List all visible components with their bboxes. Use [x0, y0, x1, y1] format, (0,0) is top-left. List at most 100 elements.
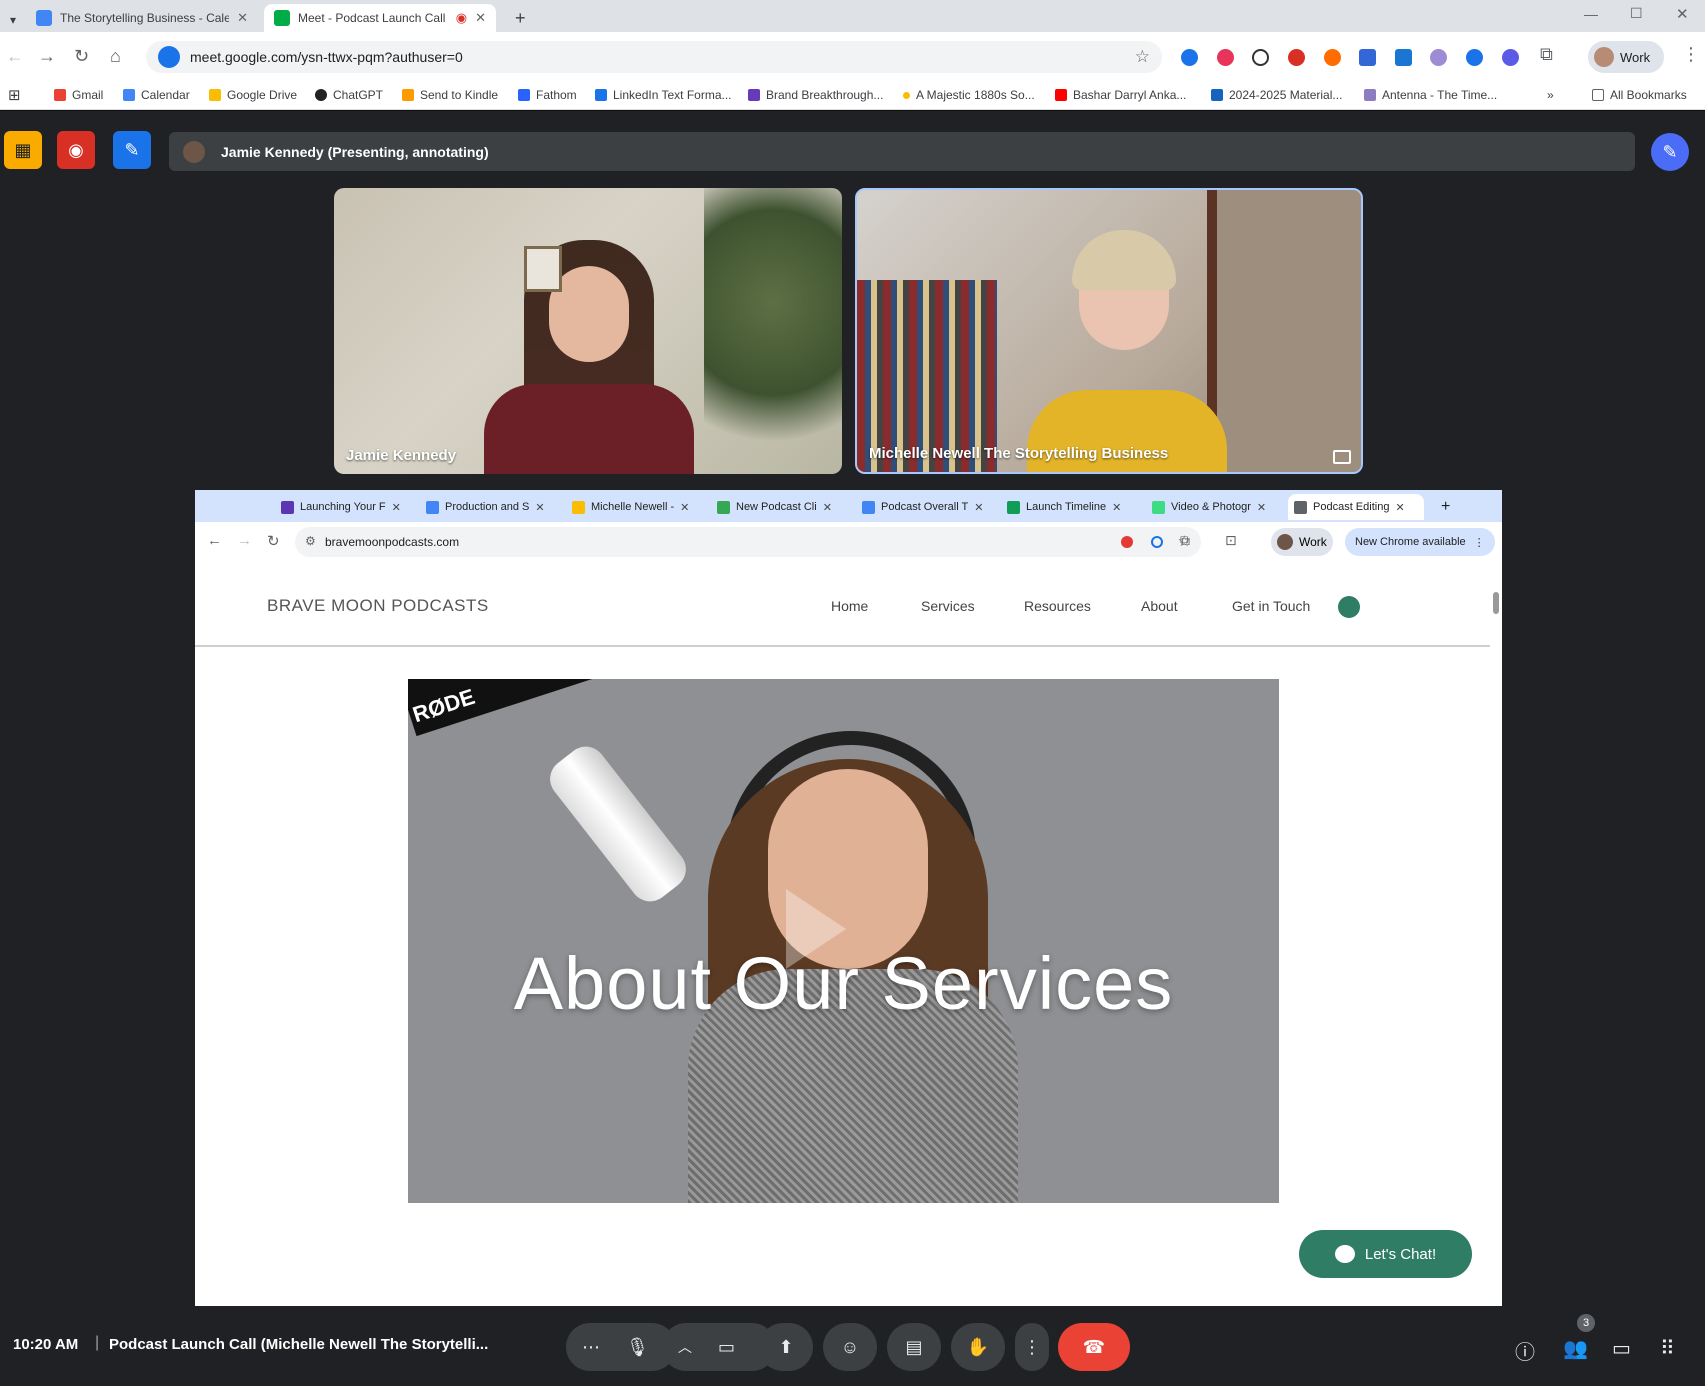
- profile-button[interactable]: Work: [1588, 41, 1664, 73]
- bookmark-star-icon[interactable]: ☆: [1135, 47, 1150, 67]
- close-icon[interactable]: ✕: [823, 501, 832, 514]
- shared-tab[interactable]: Launching Your F ✕: [275, 494, 407, 520]
- presentation-toggle-icon[interactable]: ▦: [4, 131, 42, 169]
- bookmark-chatgpt[interactable]: ChatGPT: [315, 88, 383, 102]
- forward-button[interactable]: →: [237, 532, 252, 549]
- maximize-button[interactable]: ☐: [1630, 5, 1643, 22]
- nav-home[interactable]: Home: [831, 598, 868, 614]
- extensions-puzzle-icon[interactable]: ⧉: [1180, 532, 1190, 549]
- extensions-puzzle-icon[interactable]: ⧉: [1540, 44, 1553, 65]
- extension-icon[interactable]: [1502, 49, 1519, 66]
- shared-tab[interactable]: Michelle Newell - ✕: [566, 494, 698, 520]
- lets-chat-button[interactable]: Let's Chat!: [1299, 1230, 1472, 1278]
- zoom-extension-icon[interactable]: [1181, 49, 1198, 66]
- pen-icon[interactable]: ✎: [1651, 133, 1689, 171]
- close-icon[interactable]: ✕: [1112, 501, 1121, 514]
- extension-icon[interactable]: [1359, 49, 1376, 66]
- meeting-info-icon[interactable]: ⓘ: [1515, 1336, 1535, 1365]
- shared-tab[interactable]: Podcast Overall T ✕: [856, 494, 988, 520]
- shared-tab[interactable]: Production and S ✕: [420, 494, 552, 520]
- extension-icon[interactable]: [1395, 49, 1412, 66]
- extension-icon[interactable]: [1217, 49, 1234, 66]
- extension-icon[interactable]: [1430, 49, 1447, 66]
- microphone-icon[interactable]: 🎙: [626, 1337, 649, 1358]
- minimize-button[interactable]: —: [1584, 6, 1598, 22]
- new-tab-button[interactable]: +: [1435, 494, 1459, 520]
- menu-kebab-icon[interactable]: ⋮: [1682, 44, 1700, 65]
- shared-tab[interactable]: New Podcast Cli ✕: [711, 494, 843, 520]
- close-icon[interactable]: ✕: [1257, 501, 1266, 514]
- picture-in-picture-icon[interactable]: [1333, 450, 1351, 464]
- bookmark-majestic[interactable]: A Majestic 1880s So...: [903, 88, 1035, 102]
- close-icon[interactable]: ✕: [1395, 501, 1404, 514]
- raise-hand-button[interactable]: ✋: [951, 1323, 1005, 1371]
- close-icon[interactable]: ✕: [535, 501, 544, 514]
- end-call-button[interactable]: ☎: [1058, 1323, 1130, 1371]
- bookmark-bashar[interactable]: Bashar Darryl Anka...: [1055, 88, 1186, 102]
- tab-search-icon[interactable]: ▾: [0, 6, 24, 34]
- home-button[interactable]: ⌂: [110, 46, 121, 67]
- shared-tab[interactable]: Launch Timeline ✕: [1001, 494, 1133, 520]
- participant-tile-active[interactable]: Michelle Newell The Storytelling Busines…: [855, 188, 1363, 474]
- close-window-button[interactable]: ✕: [1676, 5, 1689, 23]
- bookmark-material[interactable]: 2024-2025 Material...: [1211, 88, 1342, 102]
- account-icon[interactable]: [1338, 596, 1360, 618]
- bookmark-fathom[interactable]: Fathom: [518, 88, 577, 102]
- address-bar[interactable]: meet.google.com/ysn-ttwx-pqm?authuser=0 …: [146, 41, 1162, 73]
- extension-icon[interactable]: [1151, 536, 1163, 548]
- close-icon[interactable]: ✕: [680, 501, 689, 514]
- reactions-button[interactable]: ☺: [823, 1323, 877, 1371]
- tab-search-icon[interactable]: ⊡: [1225, 532, 1237, 549]
- site-logo[interactable]: BRAVE MOON PODCASTS: [267, 596, 489, 616]
- extension-icon[interactable]: [1324, 49, 1341, 66]
- extension-icon[interactable]: [1121, 536, 1133, 548]
- bookmark-antenna[interactable]: Antenna - The Time...: [1364, 88, 1497, 102]
- nav-resources[interactable]: Resources: [1024, 598, 1091, 614]
- forward-button[interactable]: →: [38, 46, 56, 67]
- record-icon[interactable]: ◉: [57, 131, 95, 169]
- tab-calendar[interactable]: The Storytelling Business - Cale ✕: [26, 4, 258, 32]
- annotate-icon[interactable]: ✎: [113, 131, 151, 169]
- captions-button[interactable]: ▤: [887, 1323, 941, 1371]
- apps-grid-icon[interactable]: ⊞: [8, 86, 21, 104]
- nav-about[interactable]: About: [1141, 598, 1178, 614]
- more-audio-icon[interactable]: ⋯: [582, 1337, 600, 1358]
- close-icon[interactable]: ✕: [392, 501, 401, 514]
- reload-button[interactable]: ↻: [74, 46, 89, 67]
- nav-get-in-touch[interactable]: Get in Touch: [1232, 598, 1310, 614]
- site-settings-icon[interactable]: ⚙: [305, 534, 316, 548]
- extension-icon[interactable]: [1466, 49, 1483, 66]
- camera-icon[interactable]: ▭: [718, 1337, 735, 1358]
- bookmarks-overflow-icon[interactable]: »: [1547, 88, 1554, 102]
- bookmark-linkedin-text[interactable]: LinkedIn Text Forma...: [595, 88, 732, 102]
- profile-button[interactable]: Work: [1271, 528, 1333, 556]
- more-options-button[interactable]: ⋮: [1015, 1323, 1049, 1371]
- back-button[interactable]: ←: [6, 46, 24, 67]
- nav-services[interactable]: Services: [921, 598, 975, 614]
- tab-meet[interactable]: Meet - Podcast Launch Call ◉ ✕: [264, 4, 496, 32]
- shared-tab-active[interactable]: Podcast Editing ✕: [1288, 494, 1424, 520]
- bookmark-calendar[interactable]: Calendar: [123, 88, 190, 102]
- extension-icon[interactable]: [1288, 49, 1305, 66]
- bookmark-gmail[interactable]: Gmail: [54, 88, 103, 102]
- extension-icon[interactable]: [1252, 49, 1269, 66]
- bookmark-google-drive[interactable]: Google Drive: [209, 88, 297, 102]
- activities-grid-icon[interactable]: ⠿: [1660, 1336, 1675, 1361]
- chrome-update-button[interactable]: New Chrome available ⋮: [1345, 528, 1495, 556]
- scrollbar[interactable]: [1493, 592, 1499, 614]
- close-icon[interactable]: ✕: [475, 10, 486, 26]
- shared-address-bar[interactable]: ⚙ bravemoonpodcasts.com ☆: [295, 527, 1201, 557]
- bookmark-send-to-kindle[interactable]: Send to Kindle: [402, 88, 498, 102]
- new-tab-button[interactable]: +: [505, 4, 535, 32]
- bookmark-brand-breakthrough[interactable]: Brand Breakthrough...: [748, 88, 883, 102]
- people-icon[interactable]: 👥: [1563, 1336, 1588, 1361]
- all-bookmarks[interactable]: All Bookmarks: [1592, 88, 1687, 102]
- chevron-up-icon[interactable]: ︿: [678, 1337, 692, 1357]
- present-screen-button[interactable]: ⬆: [759, 1323, 813, 1371]
- reload-button[interactable]: ↻: [267, 532, 280, 550]
- chat-icon[interactable]: ▭: [1612, 1336, 1631, 1361]
- close-icon[interactable]: ✕: [237, 10, 248, 26]
- back-button[interactable]: ←: [207, 532, 222, 549]
- close-icon[interactable]: ✕: [974, 501, 983, 514]
- participant-tile[interactable]: Jamie Kennedy: [334, 188, 842, 474]
